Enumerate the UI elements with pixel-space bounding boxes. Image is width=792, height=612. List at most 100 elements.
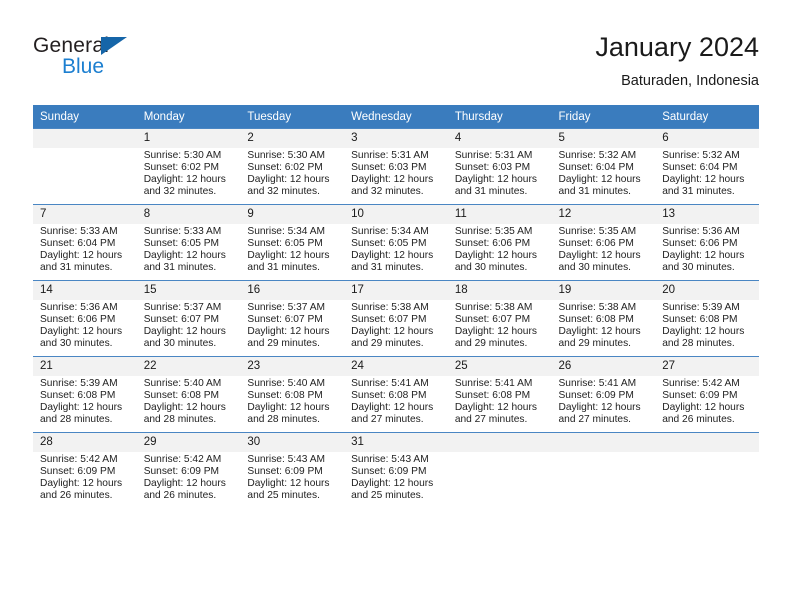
sunset-text: Sunset: 6:03 PM: [351, 162, 427, 174]
calendar-day-cell[interactable]: 10 Sunrise: 5:34 AM Sunset: 6:05 PM Dayligh…: [344, 204, 448, 281]
day-number: 31: [344, 433, 448, 452]
day-sun-info: Sunrise: 5:39 AM Sunset: 6:08 PM Daylight:…: [33, 376, 137, 426]
calendar-day-cell[interactable]: 16 Sunrise: 5:37 AM Sunset: 6:07 PM Dayligh…: [240, 280, 345, 357]
sunrise-text: Sunrise: 5:42 AM: [40, 454, 118, 465]
calendar-week-row: 7 Sunrise: 5:33 AM Sunset: 6:04 PM Daylight…: [33, 204, 759, 281]
daylight-text: Daylight: 12 hours and 32 minutes.: [143, 174, 226, 198]
calendar-day-cell[interactable]: 4 Sunrise: 5:31 AM Sunset: 6:03 PM Daylight…: [447, 128, 552, 205]
calendar-page: General Blue January 2024 Baturaden, Ind…: [0, 0, 792, 612]
calendar-day-cell[interactable]: 1 Sunrise: 5:30 AM Sunset: 6:02 PM Daylight…: [136, 128, 241, 205]
daylight-text: Daylight: 12 hours and 25 minutes.: [351, 478, 434, 502]
day-number: 22: [136, 357, 241, 376]
sunrise-text: Sunrise: 5:41 AM: [454, 378, 533, 389]
calendar-day-cell[interactable]: 14 Sunrise: 5:36 AM Sunset: 6:06 PM Dayligh…: [33, 280, 137, 357]
calendar-day-cell[interactable]: 25 Sunrise: 5:41 AM Sunset: 6:08 PM Dayligh…: [447, 356, 552, 433]
calendar-day-cell[interactable]: 21 Sunrise: 5:39 AM Sunset: 6:08 PM Dayligh…: [33, 356, 137, 433]
weekday-header-tuesday: Tuesday: [240, 105, 345, 129]
daylight-text: Daylight: 12 hours and 29 minutes.: [247, 326, 330, 350]
day-sun-info: Sunrise: 5:38 AM Sunset: 6:07 PM Daylight:…: [448, 300, 552, 350]
calendar-day-cell[interactable]: 8 Sunrise: 5:33 AM Sunset: 6:05 PM Daylight…: [136, 204, 241, 281]
sunset-text: Sunset: 6:04 PM: [40, 238, 116, 250]
calendar-day-cell[interactable]: 11 Sunrise: 5:35 AM Sunset: 6:06 PM Dayligh…: [447, 204, 552, 281]
daylight-text: Daylight: 12 hours and 30 minutes.: [558, 250, 641, 274]
day-sun-info: Sunrise: 5:36 AM Sunset: 6:06 PM Daylight:…: [655, 224, 759, 274]
calendar-day-cell-empty: [655, 432, 759, 508]
day-number: 7: [33, 205, 137, 224]
sunrise-text: Sunrise: 5:39 AM: [662, 302, 740, 313]
sunset-text: Sunset: 6:07 PM: [454, 314, 531, 326]
calendar-day-cell[interactable]: 23 Sunrise: 5:40 AM Sunset: 6:08 PM Dayligh…: [240, 356, 345, 433]
sunrise-text: Sunrise: 5:41 AM: [351, 378, 429, 389]
daylight-text: Daylight: 12 hours and 28 minutes.: [247, 402, 330, 426]
calendar-day-cell[interactable]: 17 Sunrise: 5:38 AM Sunset: 6:07 PM Dayligh…: [344, 280, 448, 357]
daylight-text: Daylight: 12 hours and 28 minutes.: [143, 402, 226, 426]
sunrise-text: Sunrise: 5:35 AM: [454, 226, 533, 237]
sunset-text: Sunset: 6:09 PM: [247, 466, 323, 478]
day-sun-info: Sunrise: 5:37 AM Sunset: 6:07 PM Daylight:…: [137, 300, 241, 350]
calendar-day-cell[interactable]: 26 Sunrise: 5:41 AM Sunset: 6:09 PM Dayligh…: [551, 356, 656, 433]
calendar-day-cell[interactable]: 29 Sunrise: 5:42 AM Sunset: 6:09 PM Dayligh…: [136, 432, 241, 508]
calendar-day-cell[interactable]: 2 Sunrise: 5:30 AM Sunset: 6:02 PM Daylight…: [240, 128, 345, 205]
sunset-text: Sunset: 6:09 PM: [351, 466, 427, 478]
day-sun-info: Sunrise: 5:41 AM Sunset: 6:08 PM Daylight:…: [344, 376, 448, 426]
sunset-text: Sunset: 6:02 PM: [247, 162, 323, 174]
calendar-day-cell[interactable]: 18 Sunrise: 5:38 AM Sunset: 6:07 PM Dayligh…: [447, 280, 552, 357]
day-number: 15: [136, 281, 241, 300]
sunrise-text: Sunrise: 5:34 AM: [351, 226, 429, 237]
calendar-day-cell[interactable]: 13 Sunrise: 5:36 AM Sunset: 6:06 PM Dayligh…: [655, 204, 759, 281]
calendar-day-cell[interactable]: 24 Sunrise: 5:41 AM Sunset: 6:08 PM Dayligh…: [344, 356, 448, 433]
sunrise-text: Sunrise: 5:35 AM: [558, 226, 637, 237]
calendar-week-row: 14 Sunrise: 5:36 AM Sunset: 6:06 PM Dayligh…: [33, 280, 759, 357]
sunrise-text: Sunrise: 5:40 AM: [247, 378, 325, 389]
day-sun-info: Sunrise: 5:35 AM Sunset: 6:06 PM Daylight:…: [552, 224, 656, 274]
sunrise-text: Sunrise: 5:32 AM: [662, 150, 740, 161]
sunset-text: Sunset: 6:09 PM: [143, 466, 220, 478]
day-number: 24: [344, 357, 448, 376]
calendar-day-cell[interactable]: 6 Sunrise: 5:32 AM Sunset: 6:04 PM Daylight…: [655, 128, 759, 205]
day-number: 8: [136, 205, 241, 224]
daylight-text: Daylight: 12 hours and 30 minutes.: [454, 250, 537, 274]
sunrise-text: Sunrise: 5:38 AM: [558, 302, 637, 313]
generalblue-logo[interactable]: General Blue: [33, 34, 253, 88]
day-sun-info: Sunrise: 5:33 AM Sunset: 6:04 PM Daylight:…: [33, 224, 137, 274]
calendar-day-cell[interactable]: 22 Sunrise: 5:40 AM Sunset: 6:08 PM Dayligh…: [136, 356, 241, 433]
title-block: January 2024 Baturaden, Indonesia: [595, 30, 759, 92]
calendar-week-row: 21 Sunrise: 5:39 AM Sunset: 6:08 PM Dayligh…: [33, 356, 759, 433]
day-number: 1: [136, 129, 241, 148]
daylight-text: Daylight: 12 hours and 29 minutes.: [454, 326, 537, 350]
day-sun-info: Sunrise: 5:43 AM Sunset: 6:09 PM Daylight:…: [344, 452, 448, 502]
day-number: 10: [344, 205, 448, 224]
sunrise-text: Sunrise: 5:37 AM: [247, 302, 325, 313]
calendar-day-cell[interactable]: 3 Sunrise: 5:31 AM Sunset: 6:03 PM Daylight…: [344, 128, 448, 205]
calendar-day-cell[interactable]: 7 Sunrise: 5:33 AM Sunset: 6:04 PM Daylight…: [33, 204, 137, 281]
sunset-text: Sunset: 6:05 PM: [351, 238, 427, 250]
calendar-day-cell[interactable]: 20 Sunrise: 5:39 AM Sunset: 6:08 PM Dayligh…: [655, 280, 759, 357]
day-sun-info: Sunrise: 5:41 AM Sunset: 6:09 PM Daylight:…: [552, 376, 656, 426]
sunset-text: Sunset: 6:03 PM: [454, 162, 531, 174]
logo-triangle-icon: [101, 37, 127, 55]
daylight-text: Daylight: 12 hours and 28 minutes.: [662, 326, 745, 350]
sunset-text: Sunset: 6:08 PM: [558, 314, 634, 326]
calendar-day-cell[interactable]: 9 Sunrise: 5:34 AM Sunset: 6:05 PM Daylight…: [240, 204, 345, 281]
weekday-header-thursday: Thursday: [447, 105, 552, 129]
calendar-day-cell[interactable]: 30 Sunrise: 5:43 AM Sunset: 6:09 PM Dayligh…: [240, 432, 345, 508]
sunset-text: Sunset: 6:05 PM: [247, 238, 323, 250]
calendar-day-cell[interactable]: 19 Sunrise: 5:38 AM Sunset: 6:08 PM Dayligh…: [551, 280, 656, 357]
calendar-day-cell[interactable]: 12 Sunrise: 5:35 AM Sunset: 6:06 PM Dayligh…: [551, 204, 656, 281]
day-number: 14: [33, 281, 137, 300]
sunset-text: Sunset: 6:07 PM: [143, 314, 220, 326]
day-sun-info: Sunrise: 5:32 AM Sunset: 6:04 PM Daylight:…: [552, 148, 656, 198]
calendar-day-cell[interactable]: 5 Sunrise: 5:32 AM Sunset: 6:04 PM Daylight…: [551, 128, 656, 205]
daylight-text: Daylight: 12 hours and 30 minutes.: [662, 250, 745, 274]
day-sun-info: Sunrise: 5:41 AM Sunset: 6:08 PM Daylight:…: [448, 376, 552, 426]
calendar-day-cell[interactable]: 27 Sunrise: 5:42 AM Sunset: 6:09 PM Dayligh…: [655, 356, 759, 433]
day-sun-info: Sunrise: 5:31 AM Sunset: 6:03 PM Daylight:…: [448, 148, 552, 198]
day-number: 4: [447, 129, 552, 148]
calendar-day-cell[interactable]: 15 Sunrise: 5:37 AM Sunset: 6:07 PM Dayligh…: [136, 280, 241, 357]
daylight-text: Daylight: 12 hours and 30 minutes.: [143, 326, 226, 350]
calendar-day-cell[interactable]: 28 Sunrise: 5:42 AM Sunset: 6:09 PM Dayligh…: [33, 432, 137, 508]
daylight-text: Daylight: 12 hours and 29 minutes.: [558, 326, 641, 350]
sunrise-text: Sunrise: 5:34 AM: [247, 226, 325, 237]
calendar-header-row: Sunday Monday Tuesday Wednesday Thursday…: [33, 105, 759, 129]
calendar-day-cell[interactable]: 31 Sunrise: 5:43 AM Sunset: 6:09 PM Dayligh…: [344, 432, 448, 508]
